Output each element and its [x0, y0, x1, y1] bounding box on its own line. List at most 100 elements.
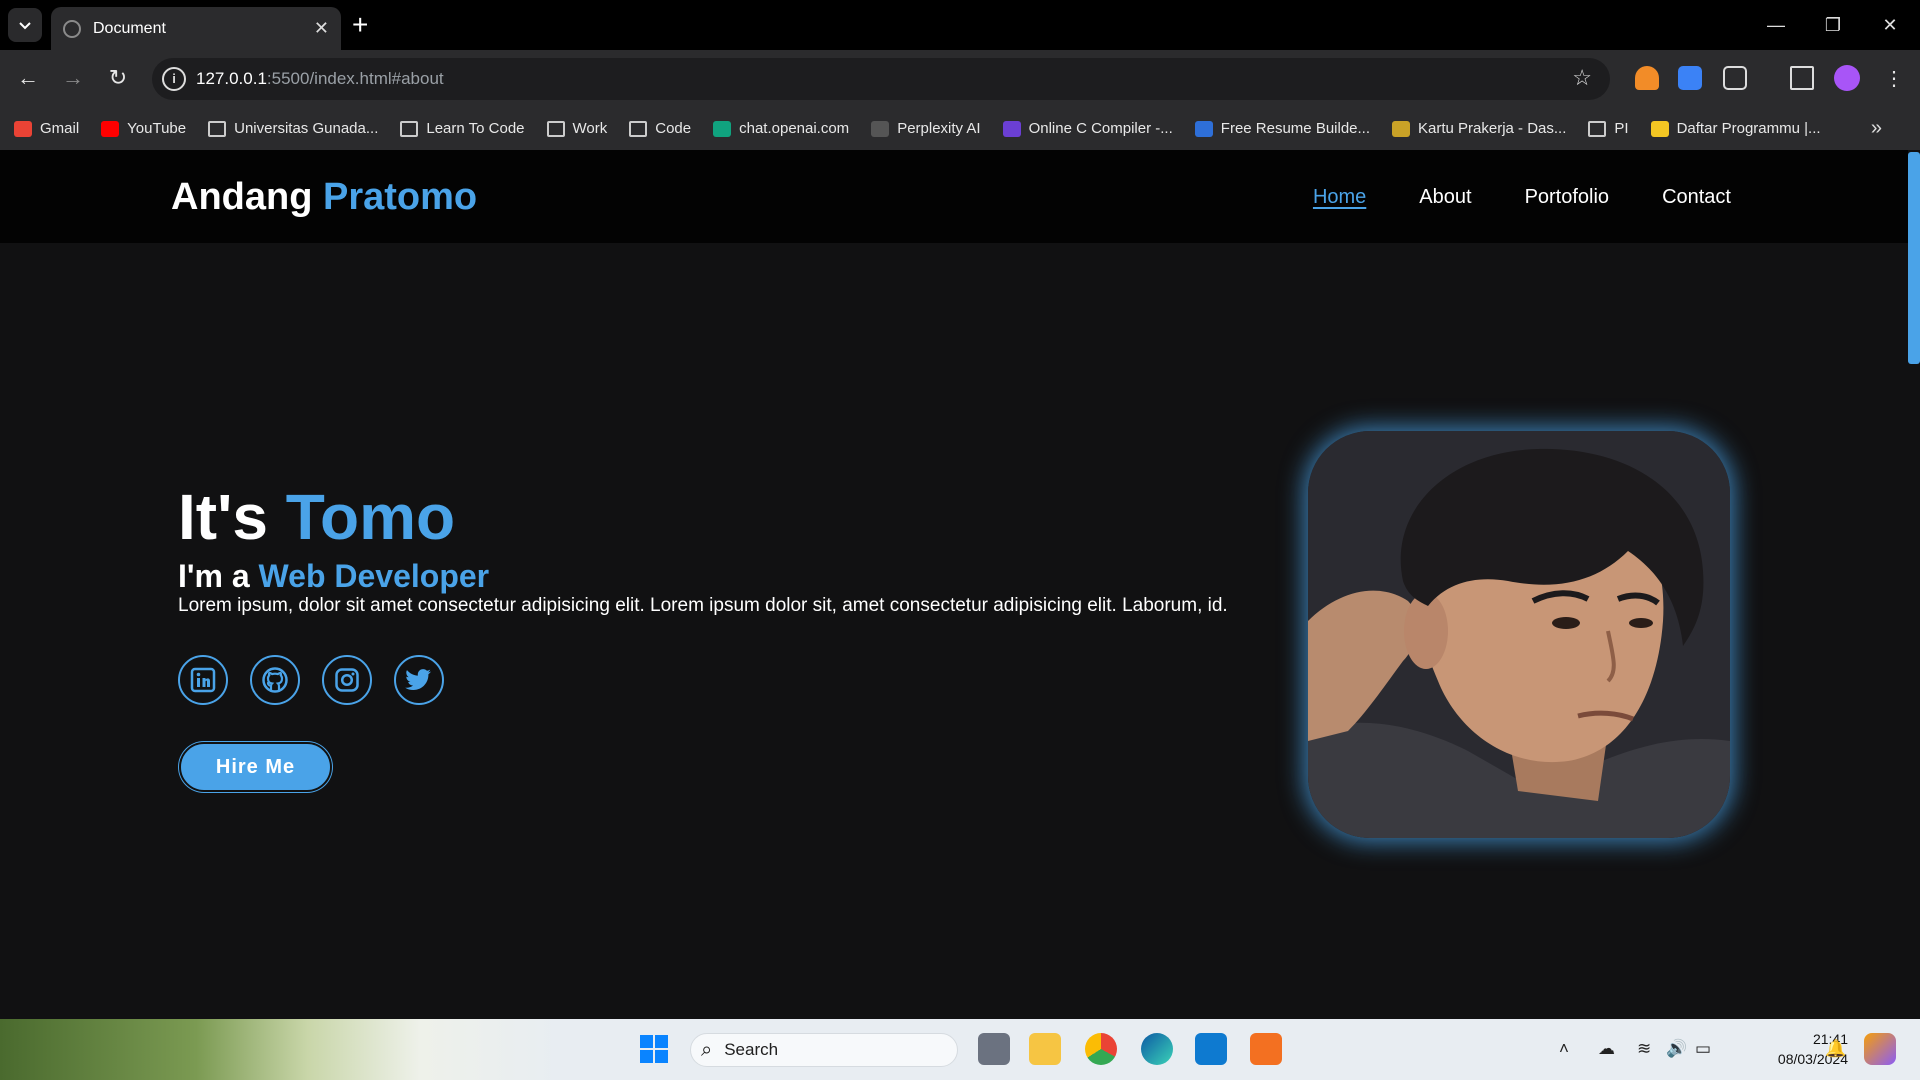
close-tab-icon[interactable]: ✕: [314, 18, 329, 39]
nav-home[interactable]: Home: [1313, 186, 1366, 209]
puzzle-icon[interactable]: [1723, 66, 1747, 90]
extension-icon[interactable]: [1678, 66, 1702, 90]
chrome-icon[interactable]: [1085, 1033, 1117, 1065]
hero-description: Lorem ipsum, dolor sit amet consectetur …: [178, 595, 1228, 616]
reload-button[interactable]: ↻: [100, 60, 136, 96]
github-icon: [262, 667, 288, 693]
bookmark-label: chat.openai.com: [739, 120, 850, 137]
nav-portfolio[interactable]: Portofolio: [1525, 186, 1610, 209]
site-info-icon[interactable]: i: [162, 67, 186, 91]
address-bar[interactable]: i 127.0.0.1:5500/index.html#about ☆: [152, 58, 1610, 100]
bookmarks-overflow-icon[interactable]: »: [1871, 117, 1882, 140]
bookmark-label: PI: [1614, 120, 1629, 137]
globe-icon: [63, 19, 81, 38]
folder-icon: [208, 120, 227, 137]
bookmark-label: Work: [572, 120, 608, 137]
volume-icon[interactable]: 🔊: [1666, 1039, 1687, 1059]
nav-about[interactable]: About: [1419, 186, 1471, 209]
bookmark-favicon-icon: [1650, 120, 1669, 137]
portrait-image: [1308, 431, 1730, 838]
bookmark-label: YouTube: [127, 120, 187, 137]
close-window-button[interactable]: ✕: [1862, 0, 1918, 50]
folder-icon: [629, 120, 648, 137]
windows-logo-icon: [640, 1035, 668, 1063]
browser-toolbar: ← → ↻ i 127.0.0.1:5500/index.html#about …: [0, 50, 1920, 107]
restore-button[interactable]: ❐: [1805, 0, 1861, 50]
bookmark-item[interactable]: Learn To Code: [400, 120, 525, 137]
show-hidden-icons[interactable]: ˄: [1559, 1039, 1569, 1059]
bookmark-item[interactable]: Online C Compiler -...: [1002, 120, 1173, 137]
bookmark-item[interactable]: Perplexity AI: [871, 120, 981, 137]
tab-search-button[interactable]: [8, 8, 42, 42]
bookmark-item[interactable]: Code: [629, 120, 691, 137]
bookmark-favicon-icon: [871, 120, 890, 137]
bookmark-label: Kartu Prakerja - Das...: [1418, 120, 1567, 137]
bookmark-favicon-icon: [713, 120, 732, 137]
folder-icon: [546, 120, 565, 137]
windows-start-icon[interactable]: [638, 1033, 670, 1065]
minimize-button[interactable]: —: [1748, 0, 1804, 50]
bookmark-star-icon[interactable]: ☆: [1572, 65, 1592, 91]
task-view-icon[interactable]: [978, 1033, 1010, 1065]
bookmark-label: Online C Compiler -...: [1028, 120, 1173, 137]
logo-second: Pratomo: [323, 176, 478, 218]
menu-icon[interactable]: ⋮: [1876, 60, 1912, 96]
bookmark-label: Universitas Gunada...: [234, 120, 379, 137]
vscode-icon[interactable]: [1195, 1033, 1227, 1065]
wifi-icon[interactable]: ≋: [1637, 1039, 1651, 1059]
tab-title: Document: [93, 19, 166, 37]
bookmark-item[interactable]: Universitas Gunada...: [208, 120, 378, 137]
notification-bell-icon[interactable]: 🔔: [1825, 1039, 1846, 1059]
bookmark-item[interactable]: Daftar Programmu |...: [1650, 120, 1821, 137]
forward-button[interactable]: →: [55, 60, 91, 96]
instagram-link[interactable]: [322, 655, 372, 705]
github-link[interactable]: [250, 655, 300, 705]
hero-sub-prefix: I'm a: [178, 558, 250, 594]
nav-contact[interactable]: Contact: [1662, 186, 1731, 209]
hero-subtitle: I'm a Web Developer: [178, 558, 489, 595]
bookmark-item[interactable]: Gmail: [14, 120, 79, 137]
bookmark-item[interactable]: Work: [546, 120, 608, 137]
copilot-icon[interactable]: [1864, 1033, 1896, 1065]
scrollbar-track[interactable]: [1908, 150, 1920, 1019]
logo-first: Andang: [171, 176, 313, 218]
bookmarks-bar: Gmail YouTube Universitas Gunada... Learn T…: [0, 107, 1920, 150]
instagram-icon: [335, 668, 359, 692]
bookmark-item[interactable]: Free Resume Builde...: [1194, 120, 1371, 137]
chevron-down-icon: [19, 22, 31, 30]
profile-avatar[interactable]: [1834, 65, 1860, 91]
linkedin-icon: [190, 667, 216, 693]
hero-title-name: Tomo: [285, 481, 456, 553]
back-button[interactable]: ←: [10, 60, 46, 96]
onedrive-icon[interactable]: ☁: [1598, 1039, 1615, 1059]
xampp-icon[interactable]: [1250, 1033, 1282, 1065]
url-text[interactable]: 127.0.0.1:5500/index.html#about: [196, 69, 444, 89]
bookmark-item[interactable]: Kartu Prakerja - Das...: [1392, 120, 1566, 137]
hero-sub-role: Web Developer: [258, 558, 490, 594]
side-panel-icon[interactable]: [1790, 66, 1814, 90]
twitter-link[interactable]: [394, 655, 444, 705]
linkedin-link[interactable]: [178, 655, 228, 705]
new-tab-button[interactable]: +: [352, 10, 368, 40]
bookmark-label: Code: [655, 120, 692, 137]
bookmark-item[interactable]: YouTube: [101, 120, 186, 137]
hire-me-button[interactable]: Hire Me: [179, 742, 332, 792]
browser-tab[interactable]: Document ✕: [51, 7, 341, 50]
bookmark-label: Perplexity AI: [897, 120, 981, 137]
bookmark-item[interactable]: PI: [1588, 120, 1629, 137]
scrollbar-thumb[interactable]: [1908, 152, 1920, 364]
battery-icon[interactable]: ▭: [1695, 1039, 1711, 1059]
bookmark-label: Learn To Code: [426, 120, 525, 137]
site-logo[interactable]: Andang Pratomo: [171, 176, 477, 219]
page-viewport: Andang Pratomo Home About Portofolio Con…: [0, 150, 1920, 1019]
extension-icon[interactable]: [1635, 66, 1659, 90]
taskbar-search[interactable]: ⌕ Search: [690, 1033, 958, 1067]
bookmark-item[interactable]: chat.openai.com: [713, 120, 849, 137]
taskbar: ⌕ Search ˄ ☁ ≋ 🔊 ▭ 21:41 08/03/2024 🔔: [0, 1019, 1920, 1080]
edge-icon[interactable]: [1141, 1033, 1173, 1065]
bookmark-label: Free Resume Builde...: [1220, 120, 1371, 137]
file-explorer-icon[interactable]: [1029, 1033, 1061, 1065]
url-path: :5500/index.html#about: [266, 69, 444, 88]
tab-strip: Document ✕ + — ❐ ✕: [0, 0, 1920, 50]
bookmark-label: Gmail: [40, 120, 80, 137]
